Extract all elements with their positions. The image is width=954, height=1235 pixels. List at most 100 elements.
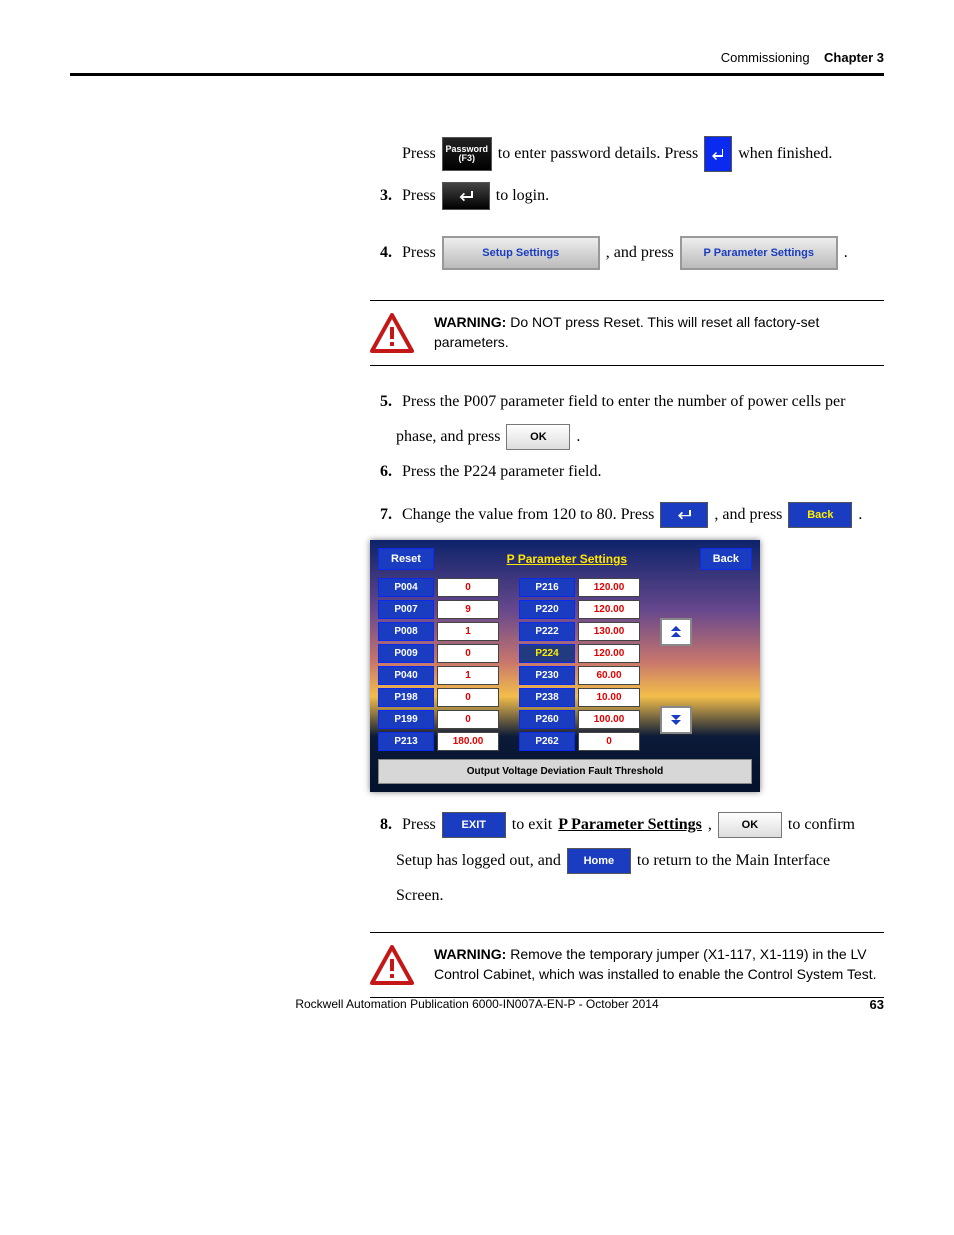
warning-triangle-icon	[370, 313, 414, 353]
text: Screen.	[396, 884, 444, 908]
exit-button[interactable]: EXIT	[442, 812, 506, 838]
text: Setup has logged out, and	[396, 849, 561, 873]
text: Press	[402, 813, 436, 837]
setup-settings-button[interactable]: Setup Settings	[442, 236, 600, 270]
param-value-cell[interactable]: 9	[437, 600, 499, 619]
param-value-cell[interactable]: 100.00	[578, 710, 640, 729]
param-name-cell[interactable]: P216	[519, 578, 575, 597]
param-value-cell[interactable]: 180.00	[437, 732, 499, 751]
header-chapter: Chapter 3	[824, 50, 884, 65]
ss-back-button[interactable]: Back	[700, 548, 752, 570]
step-8-cont: Setup has logged out, and Home to return…	[396, 848, 884, 874]
enter-icon	[711, 147, 725, 161]
param-value-cell[interactable]: 0	[578, 732, 640, 751]
param-value-cell[interactable]: 0	[437, 688, 499, 707]
page-header: Commissioning Chapter 3	[70, 50, 884, 65]
param-value-cell[interactable]: 0	[437, 578, 499, 597]
param-name-cell[interactable]: P230	[519, 666, 575, 685]
ss-left-value-col: 0 9 1 0 1 0 0 180.00	[437, 578, 499, 751]
hmi-screenshot: Reset P Parameter Settings Back P004 P007…	[370, 540, 760, 792]
text: phase, and press	[396, 425, 500, 449]
ss-right-param-col: P216 P220 P222 P224 P230 P238 P260 P262	[519, 578, 575, 751]
param-name-cell[interactable]: P220	[519, 600, 575, 619]
param-value-cell[interactable]: 1	[437, 622, 499, 641]
warning-block-1: WARNING: Do NOT press Reset. This will r…	[370, 313, 884, 353]
param-value-cell[interactable]: 60.00	[578, 666, 640, 685]
divider	[370, 365, 884, 366]
ok-button[interactable]: OK	[506, 424, 570, 450]
step-7: 7. Change the value from 120 to 80. Pres…	[370, 502, 884, 528]
text: to enter password details. Press	[498, 142, 698, 166]
param-name-cell[interactable]: P224	[519, 644, 575, 663]
param-name-cell[interactable]: P040	[378, 666, 434, 685]
warning-label: WARNING:	[434, 946, 506, 962]
warning-label: WARNING:	[434, 314, 506, 330]
param-name-cell[interactable]: P213	[378, 732, 434, 751]
param-name-cell[interactable]: P238	[519, 688, 575, 707]
enter-icon	[458, 189, 474, 203]
scroll-up-button[interactable]	[660, 618, 692, 646]
ok-button[interactable]: OK	[718, 812, 782, 838]
param-name-cell[interactable]: P008	[378, 622, 434, 641]
back-button[interactable]: Back	[788, 502, 852, 528]
param-value-cell[interactable]: 10.00	[578, 688, 640, 707]
p-parameter-link: P Parameter Settings	[558, 813, 702, 837]
enter-button[interactable]	[704, 136, 732, 172]
step-number: 5.	[370, 390, 392, 414]
param-value-cell[interactable]: 120.00	[578, 578, 640, 597]
ss-left-param-col: P004 P007 P008 P009 P040 P198 P199 P213	[378, 578, 434, 751]
step-number: 3.	[370, 184, 392, 208]
text: Press	[402, 184, 436, 208]
param-name-cell[interactable]: P262	[519, 732, 575, 751]
param-value-cell[interactable]: 0	[437, 644, 499, 663]
param-name-cell[interactable]: P007	[378, 600, 434, 619]
text: Press the P007 parameter field to enter …	[402, 390, 845, 414]
home-button[interactable]: Home	[567, 848, 631, 874]
step-6: 6. Press the P224 parameter field.	[370, 460, 884, 484]
divider	[370, 300, 884, 301]
header-rule	[70, 73, 884, 76]
enter-button-blue[interactable]	[660, 502, 708, 528]
text: when finished.	[738, 142, 832, 166]
enter-button-black[interactable]	[442, 182, 490, 210]
double-chevron-up-icon	[669, 626, 683, 638]
ss-reset-button[interactable]: Reset	[378, 548, 434, 570]
step-4: 4. Press Setup Settings , and press P Pa…	[370, 236, 884, 270]
text: to exit	[512, 813, 552, 837]
param-name-cell[interactable]: P009	[378, 644, 434, 663]
ss-title: P Parameter Settings	[507, 552, 628, 566]
ss-status-bar: Output Voltage Deviation Fault Threshold	[378, 759, 752, 784]
text: Press the P224 parameter field.	[402, 460, 602, 484]
step-5: 5. Press the P007 parameter field to ent…	[370, 390, 884, 414]
divider	[370, 932, 884, 933]
step-3: 3. Press to login.	[370, 182, 884, 210]
password-f3-button[interactable]: Password (F3)	[442, 137, 492, 171]
step-8-cont2: Screen.	[396, 884, 884, 908]
param-value-cell[interactable]: 120.00	[578, 600, 640, 619]
warning-triangle-icon	[370, 945, 414, 985]
step-password: Press Password (F3) to enter password de…	[370, 136, 884, 172]
step-number: 8.	[370, 813, 392, 837]
param-name-cell[interactable]: P004	[378, 578, 434, 597]
text: .	[858, 503, 862, 527]
param-name-cell[interactable]: P198	[378, 688, 434, 707]
text: Change the value from 120 to 80. Press	[402, 503, 654, 527]
scroll-down-button[interactable]	[660, 706, 692, 734]
step-number: 4.	[370, 241, 392, 265]
param-value-cell[interactable]: 0	[437, 710, 499, 729]
param-name-cell[interactable]: P199	[378, 710, 434, 729]
footer-publication: Rockwell Automation Publication 6000-IN0…	[70, 997, 884, 1011]
text: to return to the Main Interface	[637, 849, 830, 873]
param-value-cell[interactable]: 1	[437, 666, 499, 685]
step-5-cont: phase, and press OK .	[396, 424, 884, 450]
param-name-cell[interactable]: P260	[519, 710, 575, 729]
p-parameter-settings-button[interactable]: P Parameter Settings	[680, 236, 838, 270]
text: to login.	[496, 184, 549, 208]
page-footer: Rockwell Automation Publication 6000-IN0…	[70, 997, 884, 1012]
text: , and press	[606, 241, 674, 265]
step-number: 7.	[370, 503, 392, 527]
param-value-cell[interactable]: 120.00	[578, 644, 640, 663]
param-name-cell[interactable]: P222	[519, 622, 575, 641]
step-number: 6.	[370, 460, 392, 484]
param-value-cell[interactable]: 130.00	[578, 622, 640, 641]
